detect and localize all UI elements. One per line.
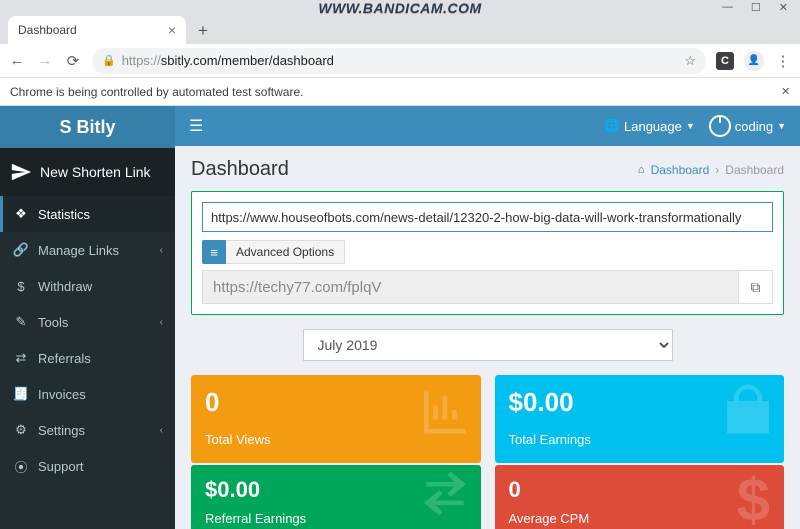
sidebar: S Bitly New Shorten Link ❖ Statistics 🔗 Man… (0, 106, 175, 529)
sidebar-item-label: Statistics (38, 207, 90, 222)
window-maximize[interactable]: ☐ (751, 1, 761, 14)
forward-icon[interactable]: → (36, 52, 54, 69)
new-shorten-link-button[interactable]: New Shorten Link (0, 148, 175, 196)
address-bar[interactable]: 🔒 https://sbitly.com/member/dashboard ☆ (92, 48, 706, 74)
sliders-icon: ≡ (210, 245, 218, 260)
dollar-icon: $ (737, 466, 770, 529)
paper-plane-icon (10, 161, 32, 183)
new-shorten-link-label: New Shorten Link (40, 164, 151, 180)
shopping-bag-icon (720, 385, 776, 454)
copy-button[interactable]: ⧉ (739, 270, 773, 304)
content: Dashboard ⌂ Dashboard › Dashboard ≡ Adva… (175, 146, 800, 529)
tab-title: Dashboard (18, 23, 77, 37)
sidebar-item-label: Referrals (38, 351, 91, 366)
sidebar-item-label: Invoices (38, 387, 86, 402)
sidebar-item-support[interactable]: ⦿ Support (0, 448, 175, 484)
invoices-icon: 🧾 (12, 386, 30, 402)
shortener-panel: ≡ Advanced Options ⧉ (191, 191, 784, 315)
url-input[interactable] (202, 202, 773, 232)
page-title: Dashboard (191, 158, 289, 181)
advanced-options-label[interactable]: Advanced Options (226, 240, 345, 264)
tab-strip: Dashboard × + (0, 14, 800, 44)
sidebar-nav: ❖ Statistics 🔗 Manage Links ‹ $ Withdraw ✎ Tools… (0, 196, 175, 484)
referrals-icon: ⇄ (12, 350, 30, 366)
sidebar-item-withdraw[interactable]: $ Withdraw (0, 268, 175, 304)
caret-down-icon: ▼ (777, 121, 786, 131)
card-label: Average CPM (509, 511, 771, 526)
brand-logo[interactable]: S Bitly (0, 106, 175, 148)
short-url-output[interactable] (202, 270, 739, 304)
breadcrumb-sep: › (715, 163, 719, 177)
user-label: coding (735, 119, 773, 134)
withdraw-icon: $ (12, 279, 30, 294)
language-label: Language (624, 119, 682, 134)
power-icon (709, 115, 731, 137)
breadcrumb-home[interactable]: Dashboard (651, 163, 710, 177)
sidebar-item-manage-links[interactable]: 🔗 Manage Links ‹ (0, 232, 175, 268)
copy-icon: ⧉ (751, 279, 761, 296)
sidebar-item-statistics[interactable]: ❖ Statistics (0, 196, 175, 232)
url-text: sbitly.com/member/dashboard (161, 53, 334, 68)
card-total-views: 0 Total Views (191, 375, 481, 463)
settings-icon: ⚙ (12, 422, 30, 438)
browser-chrome: WWW.BANDICAM.COM — ☐ ✕ Dashboard × + ← →… (0, 0, 800, 106)
sidebar-item-settings[interactable]: ⚙ Settings ‹ (0, 412, 175, 448)
home-icon: ⌂ (638, 164, 645, 176)
sidebar-item-label: Manage Links (38, 243, 119, 258)
statistics-icon: ❖ (12, 206, 30, 222)
sidebar-item-invoices[interactable]: 🧾 Invoices (0, 376, 175, 412)
breadcrumb: ⌂ Dashboard › Dashboard (638, 163, 784, 177)
window-minimize[interactable]: — (722, 1, 733, 13)
url-scheme: https:// (122, 53, 161, 68)
automation-banner-text: Chrome is being controlled by automated … (10, 85, 303, 99)
automation-banner: Chrome is being controlled by automated … (0, 78, 800, 106)
hamburger-icon[interactable]: ☰ (189, 116, 203, 136)
stat-cards-row-1: 0 Total Views $0.00 Total Earnings (191, 375, 784, 463)
manage-links-icon: 🔗 (12, 242, 30, 258)
chevron-left-icon: ‹ (160, 245, 163, 256)
address-bar-row: ← → ⟳ 🔒 https://sbitly.com/member/dashbo… (0, 44, 800, 78)
card-referral-earnings: $0.00 Referral Earnings (191, 465, 481, 529)
tools-icon: ✎ (12, 314, 30, 330)
exchange-icon (417, 466, 473, 529)
chevron-left-icon: ‹ (160, 425, 163, 436)
kebab-menu-icon[interactable]: ⋮ (774, 52, 792, 70)
bookmark-star-icon[interactable]: ☆ (684, 53, 696, 69)
extension-button[interactable]: C (716, 52, 734, 70)
month-selector[interactable]: July 2019 (303, 329, 673, 361)
breadcrumb-current: Dashboard (725, 163, 784, 177)
bar-chart-icon (417, 385, 473, 454)
sidebar-item-tools[interactable]: ✎ Tools ‹ (0, 304, 175, 340)
sidebar-item-label: Tools (38, 315, 68, 330)
reload-icon[interactable]: ⟳ (64, 52, 82, 70)
advanced-options-toggle[interactable]: ≡ (202, 240, 226, 264)
chevron-left-icon: ‹ (160, 317, 163, 328)
card-value: 0 (509, 477, 771, 503)
card-average-cpm: 0 Average CPM $ (495, 465, 785, 529)
back-icon[interactable]: ← (8, 52, 26, 69)
main-area: ☰ 🌐 Language ▼ coding ▼ Dashboard ⌂ (175, 106, 800, 529)
topbar: ☰ 🌐 Language ▼ coding ▼ (175, 106, 800, 146)
caret-down-icon: ▼ (686, 121, 695, 131)
automation-banner-close-icon[interactable]: × (781, 83, 790, 100)
user-menu[interactable]: coding ▼ (709, 115, 786, 137)
app-shell: S Bitly New Shorten Link ❖ Statistics 🔗 Man… (0, 106, 800, 529)
support-icon: ⦿ (12, 457, 30, 476)
card-total-earnings: $0.00 Total Earnings (495, 375, 785, 463)
sidebar-item-label: Withdraw (38, 279, 92, 294)
sidebar-item-referrals[interactable]: ⇄ Referrals (0, 340, 175, 376)
language-dropdown[interactable]: 🌐 Language ▼ (604, 118, 695, 134)
tab-close-icon[interactable]: × (168, 22, 176, 38)
new-tab-button[interactable]: + (190, 18, 216, 44)
page-header: Dashboard ⌂ Dashboard › Dashboard (191, 158, 784, 181)
sidebar-item-label: Settings (38, 423, 85, 438)
sidebar-item-label: Support (38, 459, 84, 474)
profile-avatar[interactable]: 👤 (744, 51, 764, 71)
window-close[interactable]: ✕ (779, 1, 788, 14)
globe-icon: 🌐 (604, 118, 620, 134)
lock-icon: 🔒 (102, 54, 116, 67)
stat-cards-row-2: $0.00 Referral Earnings 0 Average CPM $ (191, 463, 784, 529)
window-controls: — ☐ ✕ (0, 0, 800, 14)
browser-tab[interactable]: Dashboard × (8, 16, 186, 44)
